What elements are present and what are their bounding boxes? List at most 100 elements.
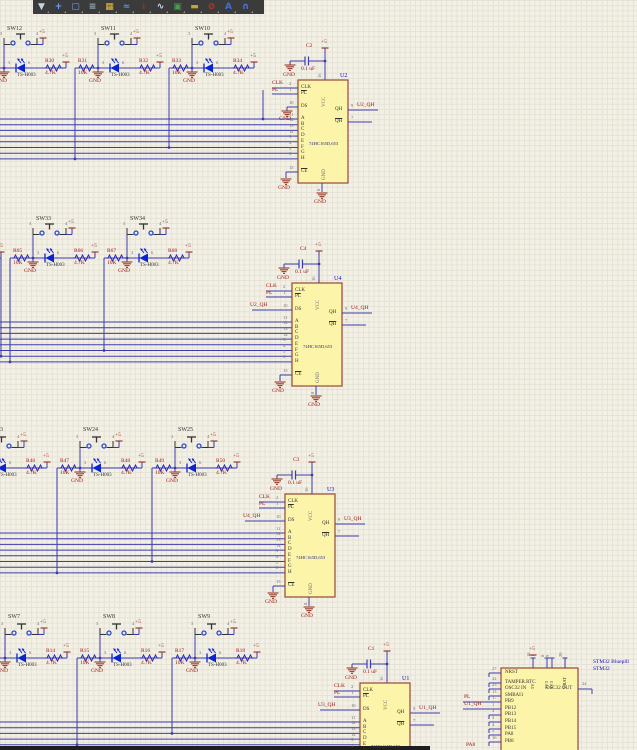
resistor-designator[interactable]: R65 [13,248,22,255]
power-port-label[interactable]: +5 [253,643,259,650]
resistor-value[interactable]: 10K [175,660,184,667]
resistor-value[interactable]: 4.7K [45,70,56,77]
net-label-pl[interactable]: PL [334,690,340,697]
gnd-label[interactable]: GND [279,116,291,123]
gnd-label[interactable]: GND [118,268,130,275]
ic-part-number[interactable]: 74HC165D,653 [303,344,332,350]
resistor-designator[interactable]: R66 [74,248,83,255]
power-port-label[interactable]: +5 [233,453,239,460]
bluepill-designator2[interactable]: STM32 [593,666,610,673]
gnd-label[interactable]: GND [278,185,290,192]
switch-contact[interactable] [106,630,112,636]
power-port-label[interactable]: +5 [230,619,236,626]
gnd-label[interactable]: GND [24,268,36,275]
resistor-value[interactable]: 4.7K [216,470,227,477]
capacitor-value[interactable]: 0.1 uF [301,66,315,73]
power-port-label[interactable]: +5 [43,453,49,460]
power-port-label[interactable]: +5 [315,242,321,249]
power-port-label[interactable]: +5 [39,29,45,36]
power-port-label[interactable]: +5 [321,39,327,46]
gnd-label[interactable]: GND [270,486,282,493]
switch-designator[interactable]: SW8 [103,614,115,620]
net-label-pl[interactable]: PL [259,501,265,508]
resistor-value[interactable]: 4.7K [74,260,85,267]
switch-contact[interactable] [11,630,17,636]
led-triangle[interactable] [139,253,149,263]
capacitor-value[interactable]: 0.1 uF [288,480,302,487]
resistor-designator[interactable]: R67 [107,248,116,255]
net-label-clk[interactable]: CLK [259,494,270,501]
switch-contact[interactable] [101,443,107,449]
resistor-value[interactable]: 10K [155,470,164,477]
ic-designator[interactable]: U1 [402,676,409,682]
capacitor-designator[interactable]: C4 [300,246,306,253]
resistor-designator[interactable]: R32 [139,58,148,65]
power-port-label[interactable]: +5 [40,619,46,626]
resistor-value[interactable]: 10K [107,260,116,267]
place-wire-icon[interactable]: ≈ [118,1,135,14]
switch-designator[interactable]: SW34 [130,216,145,222]
capacitor-designator[interactable]: C1 [368,646,374,653]
switch-designator[interactable]: SW33 [36,216,51,222]
filter-icon[interactable]: ▼ [33,1,50,14]
power-port-label[interactable]: +5 [250,53,256,60]
schematic-canvas[interactable]: ▼+▢≡▦≈↓∿▣▬⊘A∩ +5GND36TS-H003R304.7KSW123… [0,0,637,750]
switch-designator[interactable]: SW23 [0,427,3,433]
power-port-label[interactable]: +5 [20,432,26,439]
led-triangle[interactable] [16,63,26,73]
resistor-designator[interactable]: R68 [168,248,177,255]
switch-designator[interactable]: SW12 [7,26,22,32]
gnd-label[interactable]: GND [301,613,313,620]
net-label-qh[interactable]: U2_QH [357,102,374,109]
led-part-label[interactable]: TS-H003 [17,73,36,78]
switch-contact[interactable] [196,443,202,449]
led-triangle[interactable] [207,653,217,663]
capacitor-value[interactable]: 0.1 uF [295,269,309,276]
gnd-label[interactable]: GND [272,388,284,395]
gnd-label[interactable]: GND [89,78,101,85]
gnd-label[interactable]: GND [265,599,277,606]
resistor-designator[interactable]: R31 [78,58,87,65]
resistor-designator[interactable]: R18 [236,648,245,655]
led-part-label[interactable]: TS-H003 [208,663,227,668]
gnd-label[interactable]: GND [345,675,357,682]
resistor-value[interactable]: 10K [60,470,69,477]
selection-icon[interactable]: ▢ [67,1,84,14]
led-triangle[interactable] [92,463,102,473]
led-part-label[interactable]: TS-H003 [205,73,224,78]
net-label-pl[interactable]: PL [272,87,278,94]
power-port-label[interactable]: +5 [62,53,68,60]
net-label-clk[interactable]: CLK [272,80,283,87]
switch-designator[interactable]: SW11 [101,26,116,32]
net-label-pl[interactable]: PL [464,694,470,701]
resistor-designator[interactable]: R48 [121,458,130,465]
resistor-value[interactable]: 10K [172,70,181,77]
switch-contact[interactable] [213,40,219,46]
resistor-value[interactable]: 4.7K [141,660,152,667]
power-port-label[interactable]: +5 [227,29,233,36]
resistor-designator[interactable]: R15 [80,648,89,655]
ic-part-number[interactable]: 74HC165D,653 [296,555,325,561]
switch-contact[interactable] [198,40,204,46]
net-label-qh[interactable]: U4_QH [351,305,368,312]
power-port-label[interactable]: +5 [68,219,74,226]
led-triangle[interactable] [110,63,120,73]
gnd-label[interactable]: GND [283,72,295,79]
net-label-clk[interactable]: CLK [266,283,277,290]
resistor-designator[interactable]: R49 [155,458,164,465]
power-port-label[interactable]: +5 [308,453,314,460]
gnd-label[interactable]: GND [91,668,103,675]
net-label-clk[interactable]: CLK [334,683,345,690]
led-part-label[interactable]: TS-H003 [18,663,37,668]
net-label-ds[interactable]: U2_QH [250,302,267,309]
resistor-value[interactable]: 4.7K [46,660,57,667]
net-label-pl[interactable]: PL [266,290,272,297]
capacitor-designator[interactable]: C2 [306,43,312,50]
resistor-value[interactable]: 4.7K [121,470,132,477]
net-label-icon[interactable]: ∿ [152,1,169,14]
resistor-designator[interactable]: R46 [26,458,35,465]
led-part-label[interactable]: TS-H003 [188,473,207,478]
resistor-designator[interactable]: R34 [233,58,242,65]
ic-designator[interactable]: U2 [340,73,347,79]
power-port-label[interactable]: +5 [0,243,3,250]
